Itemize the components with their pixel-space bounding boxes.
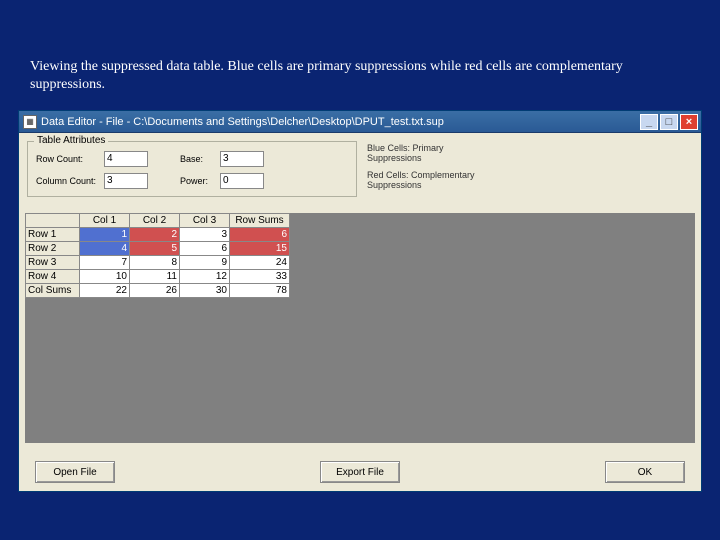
rowsum-cell: 24 [230,256,290,270]
window-title: Data Editor - File - C:\Documents and Se… [41,116,638,128]
table-cell[interactable]: 4 [80,242,130,256]
maximize-button[interactable]: □ [660,114,678,130]
table-cell[interactable]: 3 [180,228,230,242]
row-count-label: Row Count: [36,154,100,164]
table-cell[interactable]: 12 [180,270,230,284]
row-header: Row 1 [26,228,80,242]
table-cell[interactable]: 5 [130,242,180,256]
window-content: Table Attributes Row Count: 4 Base: 3 Co… [19,133,701,491]
base-label: Base: [180,154,216,164]
table-corner [26,214,80,228]
rowsum-header: Row Sums [230,214,290,228]
caption-text: Viewing the suppressed data table. Blue … [30,58,650,94]
export-file-button[interactable]: Export File [320,461,400,483]
base-input[interactable]: 3 [220,151,264,167]
red-cells-legend: Red Cells: Complementary Suppressions [367,170,487,191]
grid-panel: Col 1 Col 2 Col 3 Row Sums Row 1 1 2 3 6… [25,213,695,443]
row-header: Row 2 [26,242,80,256]
column-count-label: Column Count: [36,176,100,186]
rowsum-cell: 6 [230,228,290,242]
app-icon: ▦ [23,115,37,129]
colsum-header: Col Sums [26,284,80,298]
table-cell[interactable]: 6 [180,242,230,256]
rowsum-cell: 15 [230,242,290,256]
color-legend: Blue Cells: Primary Suppressions Red Cel… [367,143,487,196]
table-cell[interactable]: 9 [180,256,230,270]
table-cell[interactable]: 7 [80,256,130,270]
column-count-input[interactable]: 3 [104,173,148,189]
close-button[interactable]: × [680,114,698,130]
colsum-cell: 30 [180,284,230,298]
table-row: Row 3 7 8 9 24 [26,256,290,270]
table-row: Row 4 10 11 12 33 [26,270,290,284]
button-row: Open File Export File OK [19,461,701,483]
data-table[interactable]: Col 1 Col 2 Col 3 Row Sums Row 1 1 2 3 6… [25,213,290,298]
power-input[interactable]: 0 [220,173,264,189]
open-file-button[interactable]: Open File [35,461,115,483]
table-row: Row 2 4 5 6 15 [26,242,290,256]
colsum-cell: 22 [80,284,130,298]
attributes-legend: Table Attributes [34,135,108,146]
minimize-button[interactable]: _ [640,114,658,130]
col-header: Col 1 [80,214,130,228]
table-cell[interactable]: 8 [130,256,180,270]
blue-cells-legend: Blue Cells: Primary Suppressions [367,143,487,164]
row-count-input[interactable]: 4 [104,151,148,167]
col-header: Col 2 [130,214,180,228]
ok-button[interactable]: OK [605,461,685,483]
row-header: Row 3 [26,256,80,270]
table-cell[interactable]: 2 [130,228,180,242]
power-label: Power: [180,176,216,186]
table-cell[interactable]: 10 [80,270,130,284]
colsum-row: Col Sums 22 26 30 78 [26,284,290,298]
row-header: Row 4 [26,270,80,284]
rowsum-cell: 33 [230,270,290,284]
table-cell[interactable]: 1 [80,228,130,242]
table-attributes-group: Table Attributes Row Count: 4 Base: 3 Co… [27,141,357,197]
colsum-cell: 26 [130,284,180,298]
grand-total-cell: 78 [230,284,290,298]
table-cell[interactable]: 11 [130,270,180,284]
table-row: Row 1 1 2 3 6 [26,228,290,242]
titlebar: ▦ Data Editor - File - C:\Documents and … [19,111,701,133]
col-header: Col 3 [180,214,230,228]
data-editor-window: ▦ Data Editor - File - C:\Documents and … [18,110,702,492]
